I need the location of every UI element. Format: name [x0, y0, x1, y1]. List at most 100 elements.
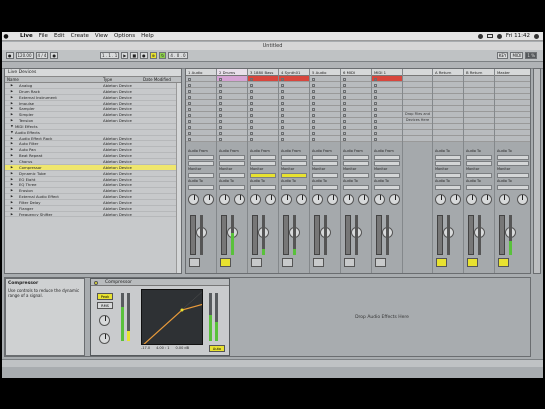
- input-channel-chooser[interactable]: [312, 161, 338, 166]
- clip-stop-icon[interactable]: [343, 83, 346, 87]
- volume-fader[interactable]: [345, 215, 351, 255]
- ratio-value[interactable]: 4.00 : 1: [156, 346, 169, 350]
- monitor-switch[interactable]: [466, 173, 492, 178]
- key-map-button[interactable]: KEY: [496, 52, 509, 59]
- monitor-switch[interactable]: [188, 173, 214, 178]
- volume-fader[interactable]: [499, 215, 505, 255]
- track-activator-button[interactable]: [467, 258, 478, 267]
- peak-button[interactable]: Peak: [97, 293, 113, 300]
- disclosure-closed-icon[interactable]: ▶: [5, 106, 15, 111]
- clip-stop-icon[interactable]: [219, 107, 222, 111]
- disclosure-closed-icon[interactable]: ▶: [5, 194, 15, 199]
- position-field[interactable]: 1 . 1 . 1: [99, 52, 120, 59]
- send-knob[interactable]: [343, 194, 354, 205]
- input-type-chooser[interactable]: [497, 155, 529, 160]
- clip-stop-icon[interactable]: [219, 113, 222, 117]
- menu-view[interactable]: View: [95, 33, 108, 39]
- record-button[interactable]: ●: [140, 52, 148, 59]
- clip-stop-icon[interactable]: [374, 137, 377, 141]
- input-type-chooser[interactable]: [343, 155, 369, 160]
- track-header[interactable]: 4 Synth01: [279, 69, 309, 76]
- disclosure-closed-icon[interactable]: ▶: [5, 89, 15, 94]
- input-type-chooser[interactable]: [466, 155, 492, 160]
- clip-stop-icon[interactable]: [219, 83, 222, 87]
- clip-stop-icon[interactable]: [281, 125, 284, 129]
- clip-stop-icon[interactable]: [312, 101, 315, 105]
- output-chooser[interactable]: [497, 185, 529, 190]
- clip-stop-icon[interactable]: [188, 137, 191, 141]
- clip-stop-icon[interactable]: [343, 101, 346, 105]
- compression-curve[interactable]: [141, 289, 203, 345]
- disclosure-closed-icon[interactable]: ▶: [5, 206, 15, 211]
- volume-fader[interactable]: [468, 215, 474, 255]
- disclosure-closed-icon[interactable]: ▶: [5, 147, 15, 152]
- track-header[interactable]: 3 1880 Bass: [248, 69, 278, 76]
- track-header[interactable]: A Return: [433, 69, 463, 76]
- input-channel-chooser[interactable]: [343, 161, 369, 166]
- browser-row[interactable]: ▶ Frequency Shifter Ableton Device: [5, 212, 181, 218]
- input-type-chooser[interactable]: [188, 155, 214, 160]
- monitor-switch[interactable]: [343, 173, 369, 178]
- disclosure-closed-icon[interactable]: ▶: [5, 141, 15, 146]
- clip-stop-icon[interactable]: [219, 95, 222, 99]
- loop-button[interactable]: ↻: [158, 52, 167, 59]
- attack-knob[interactable]: [99, 333, 110, 344]
- metronome-button[interactable]: ●: [50, 52, 58, 59]
- overdub-button[interactable]: ⊕: [149, 52, 157, 59]
- clip-slot[interactable]: [279, 136, 309, 142]
- send-knob[interactable]: [281, 194, 292, 205]
- volume-fader[interactable]: [376, 215, 382, 255]
- disclosure-open-icon[interactable]: ▼: [5, 130, 15, 135]
- clip-stop-icon[interactable]: [219, 77, 222, 81]
- clip-stop-icon[interactable]: [343, 131, 346, 135]
- clip-stop-icon[interactable]: [188, 113, 191, 117]
- disclosure-closed-icon[interactable]: ▶: [5, 118, 15, 123]
- disclosure-closed-icon[interactable]: ▶: [5, 95, 15, 100]
- clip-slot[interactable]: [403, 136, 432, 142]
- clip-stop-icon[interactable]: [312, 119, 315, 123]
- volume-fader[interactable]: [283, 215, 289, 255]
- menu-options[interactable]: Options: [114, 33, 135, 39]
- clip-stop-icon[interactable]: [281, 119, 284, 123]
- device-title[interactable]: Compressor: [91, 279, 229, 286]
- clip-stop-icon[interactable]: [374, 107, 377, 111]
- track-header[interactable]: 5 Audio: [310, 69, 340, 76]
- clip-stop-icon[interactable]: [374, 83, 377, 87]
- menu-create[interactable]: Create: [71, 33, 89, 39]
- track-activator-button[interactable]: [344, 258, 355, 267]
- clip-slot[interactable]: [372, 136, 402, 142]
- clip-stop-icon[interactable]: [219, 125, 222, 129]
- clip-stop-icon[interactable]: [281, 77, 284, 81]
- send-knob[interactable]: [516, 194, 528, 205]
- input-type-chooser[interactable]: [219, 155, 245, 160]
- track-activator-button[interactable]: [498, 258, 509, 267]
- disclosure-closed-icon[interactable]: ▶: [5, 136, 15, 141]
- send-knob[interactable]: [327, 194, 338, 205]
- clip-stop-icon[interactable]: [343, 77, 346, 81]
- clip-stop-icon[interactable]: [250, 131, 253, 135]
- loop-length-field[interactable]: 4 . 0 . 0: [168, 52, 188, 59]
- clip-stop-icon[interactable]: [250, 95, 253, 99]
- track-activator-button[interactable]: [189, 258, 200, 267]
- clip-stop-icon[interactable]: [281, 83, 284, 87]
- output-chooser[interactable]: [343, 185, 369, 190]
- disclosure-closed-icon[interactable]: ▶: [5, 212, 15, 217]
- thresh-meter[interactable]: [121, 293, 124, 341]
- input-channel-chooser[interactable]: [250, 161, 276, 166]
- clip-stop-icon[interactable]: [343, 107, 346, 111]
- output-chooser[interactable]: [312, 185, 338, 190]
- send-knob[interactable]: [265, 194, 276, 205]
- clip-slot[interactable]: [186, 136, 216, 142]
- clip-stop-icon[interactable]: [188, 125, 191, 129]
- clip-stop-icon[interactable]: [219, 119, 222, 123]
- clip-stop-icon[interactable]: [250, 77, 253, 81]
- clip-stop-icon[interactable]: [312, 95, 315, 99]
- menubar-clock[interactable]: Fri 11:42: [506, 33, 530, 39]
- input-type-chooser[interactable]: [435, 155, 461, 160]
- clip-stop-icon[interactable]: [188, 77, 191, 81]
- track-header[interactable]: [403, 69, 432, 76]
- clip-slot[interactable]: [433, 136, 463, 142]
- monitor-switch[interactable]: [374, 173, 400, 178]
- clip-stop-icon[interactable]: [219, 89, 222, 93]
- input-channel-chooser[interactable]: [374, 161, 400, 166]
